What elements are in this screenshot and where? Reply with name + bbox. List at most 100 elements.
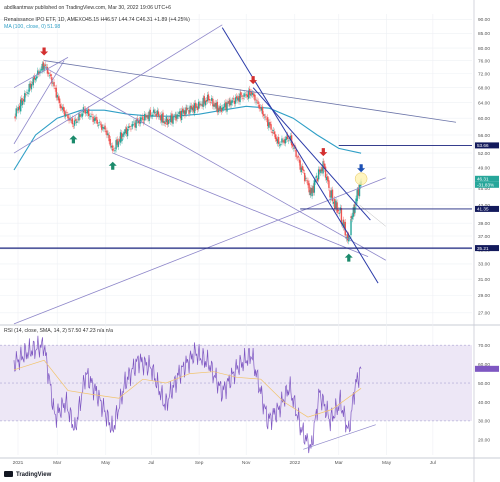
candle-body (254, 94, 256, 101)
candle-body (87, 108, 90, 116)
candle-body (126, 128, 129, 137)
candle-body (232, 98, 235, 100)
price-tag-label: 46.31 (477, 177, 489, 182)
date-tick-label: Jul (430, 460, 436, 466)
candle-body (21, 100, 24, 106)
candle-body (174, 114, 176, 116)
rising-support-line (13, 177, 386, 325)
candle-body (129, 125, 131, 127)
price-tick-label: 39.00 (478, 221, 490, 227)
arrow-up-icon (344, 253, 353, 262)
candle-body (135, 120, 137, 128)
candle-body (133, 121, 135, 123)
candle-body (112, 149, 114, 151)
candle-body (99, 123, 102, 125)
candle-body (30, 84, 33, 90)
price-tick-label: 68.00 (478, 85, 490, 91)
candle-body (109, 138, 111, 146)
candle-body (130, 128, 132, 130)
candle-body (164, 122, 166, 124)
candle-body (226, 102, 228, 112)
candle-body (97, 124, 100, 126)
candle-body (139, 117, 142, 124)
candle-body (302, 169, 305, 171)
candle-body (338, 212, 341, 214)
candle-body (113, 148, 115, 150)
price-tick-label: 31.00 (478, 277, 490, 283)
candle-body (297, 156, 300, 158)
candle-body (91, 114, 93, 115)
candle-body (261, 106, 264, 115)
candle-body (27, 92, 29, 95)
date-tick-label: Nov (242, 460, 251, 466)
top-channel-line (13, 57, 69, 89)
date-tick-label: 2022 (289, 460, 300, 466)
candle-body (287, 140, 290, 142)
price-tick-label: 85.00 (478, 31, 490, 37)
price-tick-label: 37.00 (478, 234, 490, 240)
candle-body (273, 131, 276, 135)
arrow-down-icon (40, 47, 49, 56)
candle-body (66, 112, 68, 113)
candle-body (208, 99, 211, 101)
candle-body (173, 116, 175, 118)
price-tag-label: 53.66 (477, 143, 489, 148)
candle-body (15, 108, 17, 117)
candle-body (149, 109, 152, 116)
price-tick-label: 49.00 (478, 165, 490, 171)
candle-body (64, 114, 67, 117)
rsi-tick-label: 30.00 (478, 419, 490, 425)
candle-body (354, 206, 356, 213)
candle-body (142, 116, 144, 121)
upper-channel-line (13, 24, 223, 154)
candle-body (79, 114, 81, 118)
candle-body (44, 64, 46, 67)
candle-body (98, 122, 101, 123)
date-tick-label: Jul (148, 460, 154, 466)
candle-body (177, 115, 179, 117)
candle-body (95, 116, 97, 121)
candle-body (53, 81, 55, 87)
price-tick-label: 90.00 (478, 17, 490, 23)
price-tick-label: 27.00 (478, 311, 490, 317)
candle-body (35, 76, 38, 79)
candle-body (222, 106, 225, 109)
candle-body (270, 124, 272, 130)
rsi-panel (0, 335, 472, 454)
arrow-down-icon (319, 148, 328, 157)
price-tick-label: 72.00 (478, 72, 490, 78)
candle-body (256, 100, 258, 101)
candle-body (240, 92, 242, 96)
price-legend-symbol: Renaissance IPO ETF, 1D, AMEX (4, 17, 82, 23)
candle-body (313, 180, 316, 193)
candle-body (262, 114, 265, 116)
price-tick-label: 52.00 (478, 151, 490, 157)
candle-body (154, 112, 156, 114)
fan-line-1 (43, 66, 387, 261)
candle-body (76, 121, 78, 123)
candle-body (241, 95, 243, 97)
candle-body (315, 175, 318, 178)
candle-body (281, 138, 283, 143)
descending-channel-upper (252, 87, 371, 221)
candle-body (331, 189, 334, 202)
candle-body (157, 111, 160, 117)
date-tick-label: May (101, 460, 111, 466)
candle-body (328, 180, 330, 188)
candle-body (306, 180, 308, 181)
candle-body (114, 150, 116, 152)
candle-body (74, 119, 77, 121)
candle-body (322, 161, 325, 163)
date-tick-label: May (382, 460, 392, 466)
price-tick-label: 80.00 (478, 46, 490, 52)
price-tick-label: 33.00 (478, 262, 490, 268)
rsi-tick-label: 70.00 (478, 343, 490, 349)
candle-body (329, 190, 331, 198)
candle-body (90, 115, 92, 117)
rsi-tick-label: 20.00 (478, 438, 490, 444)
tradingview-logo-text: TradingView (16, 472, 52, 478)
candle-body (73, 120, 76, 126)
candle-body (142, 121, 145, 123)
candle-body (117, 141, 120, 147)
candle-body (151, 114, 154, 117)
